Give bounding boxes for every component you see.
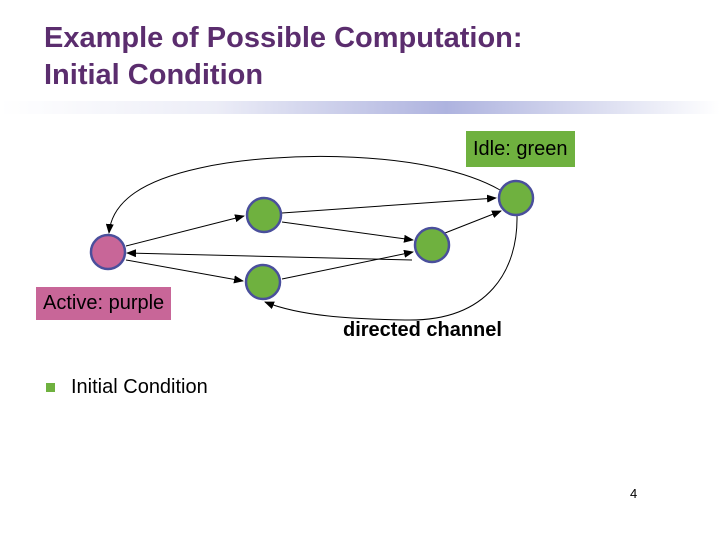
network-diagram [89, 155, 535, 321]
edge-d-a [126, 249, 413, 261]
edge-b-d [281, 221, 414, 243]
edge-e-c [264, 215, 518, 321]
bullet-item: Initial Condition [46, 376, 208, 399]
edge-d-e [444, 210, 502, 234]
node-a-active [89, 233, 127, 271]
edge-label-directed-channel: directed channel [343, 319, 502, 341]
legend-idle: Idle: green [466, 131, 575, 167]
node-b-idle [245, 196, 283, 234]
edge-a-b [125, 214, 245, 247]
bullet-square-icon [46, 383, 55, 392]
edge-b-e [281, 194, 497, 214]
edge-c-d [281, 249, 414, 280]
legend-active: Active: purple [36, 287, 172, 320]
edge-e-a [105, 155, 501, 234]
bullet-text: Initial Condition [71, 376, 208, 398]
node-e-idle [497, 179, 535, 217]
node-c-idle [244, 263, 282, 301]
edge-a-c [125, 259, 244, 284]
page-number: 4 [630, 486, 638, 501]
node-d-idle [413, 226, 451, 264]
